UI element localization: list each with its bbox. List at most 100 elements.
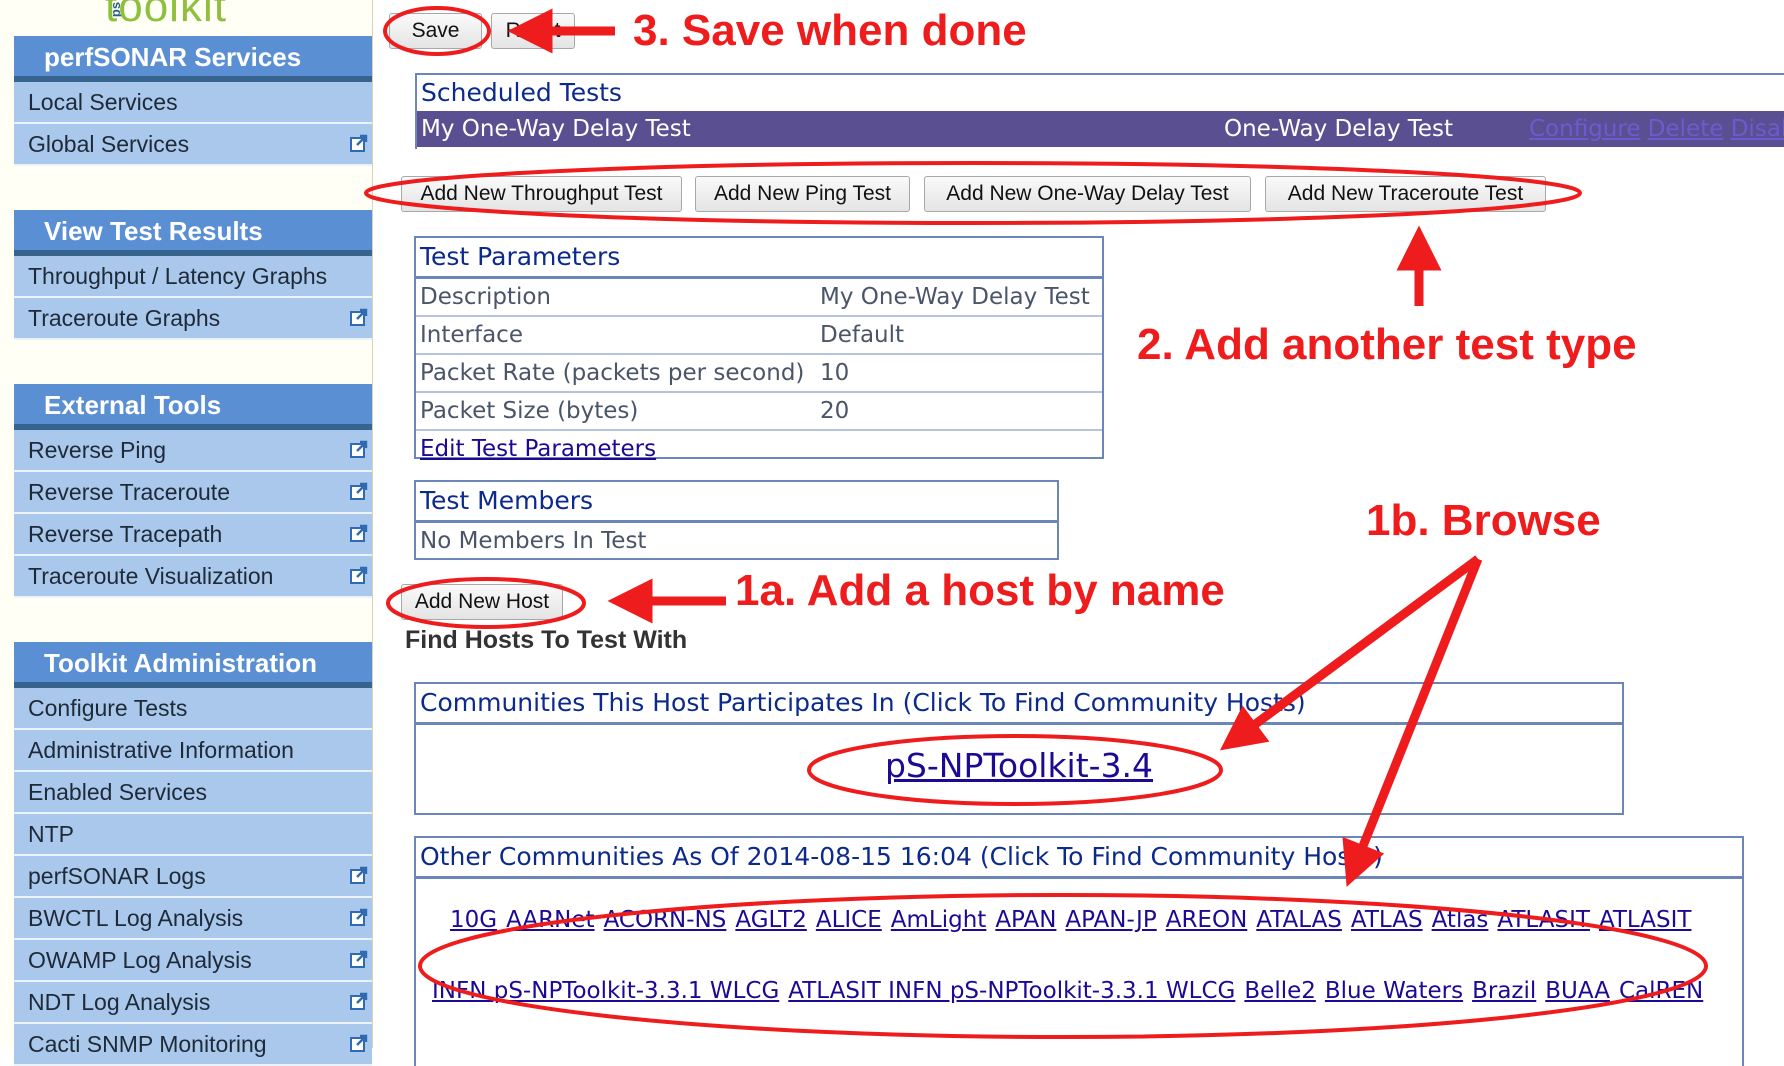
community-link[interactable]: ACORN-NS — [604, 907, 727, 933]
external-link-icon — [350, 908, 368, 926]
external-link-icon — [350, 524, 368, 542]
community-link[interactable]: Belle2 — [1244, 978, 1316, 1004]
nav-item-label: Local Services — [28, 89, 178, 115]
nav-item[interactable]: OWAMP Log Analysis — [14, 940, 372, 982]
nav-item[interactable]: perfSONAR Logs — [14, 856, 372, 898]
community-link[interactable]: Brazil — [1472, 978, 1536, 1004]
external-link-icon — [350, 440, 368, 458]
community-link[interactable]: Atlas — [1432, 907, 1489, 933]
test-members-panel: Test Members No Members In Test — [414, 480, 1059, 560]
other-communities-title: Other Communities As Of 2014-08-15 16:04… — [416, 838, 1742, 879]
nav-item[interactable]: Configure Tests — [14, 688, 372, 730]
annotation-step-1b: 1b. Browse — [1366, 496, 1601, 545]
community-link[interactable]: AREON — [1166, 907, 1248, 933]
community-list-line-1: 10G AARNet ACORN-NS AGLT2 ALICE AmLight APAN AP… — [450, 907, 1700, 933]
nav-item[interactable]: BWCTL Log Analysis — [14, 898, 372, 940]
scheduled-test-row[interactable]: My One-Way Delay Test One-Way Delay Test… — [417, 111, 1784, 147]
community-link[interactable]: Blue Waters — [1325, 978, 1463, 1004]
nav-item[interactable]: Global Services — [14, 124, 372, 166]
add-owamp-test-button[interactable]: Add New One-Way Delay Test — [924, 176, 1251, 212]
annotation-step-1a: 1a. Add a host by name — [735, 566, 1225, 615]
community-link[interactable]: ATLASIT — [1599, 907, 1692, 933]
reset-button[interactable]: Reset — [491, 13, 575, 49]
delete-link[interactable]: Delete — [1648, 116, 1724, 142]
community-link[interactable]: ATLASIT INFN pS-NPToolkit-3.3.1 WLCG — [788, 978, 1235, 1004]
community-link[interactable]: AARNet — [506, 907, 594, 933]
add-new-host-button[interactable]: Add New Host — [401, 584, 563, 620]
param-row-packet-size: Packet Size (bytes) 20 — [416, 393, 1102, 431]
test-members-empty: No Members In Test — [420, 528, 647, 554]
nav-item[interactable]: Traceroute Graphs — [14, 298, 372, 340]
param-row-description: Description My One-Way Delay Test — [416, 279, 1102, 317]
configure-link[interactable]: Configure — [1529, 116, 1640, 142]
nav-section-title: External Tools — [14, 384, 372, 430]
host-communities-panel: Communities This Host Participates In (C… — [414, 682, 1624, 815]
community-link[interactable]: ALICE — [816, 907, 882, 933]
community-link[interactable]: AGLT2 — [735, 907, 806, 933]
nav-item-label: Enabled Services — [28, 779, 207, 805]
nav-item-label: Cacti SNMP Monitoring — [28, 1031, 267, 1057]
test-parameters-panel: Test Parameters Description My One-Way De… — [414, 236, 1104, 462]
test-parameters-title: Test Parameters — [416, 238, 1102, 279]
add-traceroute-test-button[interactable]: Add New Traceroute Test — [1265, 176, 1546, 212]
param-row-packet-rate: Packet Rate (packets per second) 10 — [416, 355, 1102, 393]
external-link-icon — [350, 308, 368, 326]
community-link[interactable]: ATLAS — [1351, 907, 1423, 933]
community-link[interactable]: ATLASIT — [1497, 907, 1590, 933]
nav-section: Toolkit Administration Configure Tests Adm… — [14, 642, 372, 1066]
param-row-interface: Interface Default — [416, 317, 1102, 355]
nav-item-label: Global Services — [28, 131, 190, 157]
community-link[interactable]: CalREN — [1619, 978, 1703, 1004]
nav-item-label: Traceroute Graphs — [28, 305, 221, 331]
external-link-icon — [350, 134, 368, 152]
community-link[interactable]: pS-NPToolkit-3.4 — [885, 746, 1153, 785]
nav-item-label: Traceroute Visualization — [28, 563, 274, 589]
external-link-icon — [350, 566, 368, 584]
external-link-icon — [350, 1034, 368, 1052]
nav-section: External Tools Reverse Ping Reverse Tracer… — [14, 384, 372, 598]
nav-item[interactable]: NTP — [14, 814, 372, 856]
nav-section-title: perfSONAR Services — [14, 36, 372, 82]
community-link[interactable]: APAN — [995, 907, 1056, 933]
external-link-icon — [350, 482, 368, 500]
nav-item[interactable]: Reverse Ping — [14, 430, 372, 472]
nav-item[interactable]: Reverse Traceroute — [14, 472, 372, 514]
scheduled-test-type: One-Way Delay Test — [1224, 116, 1454, 142]
scheduled-tests-panel: Scheduled Tests My One-Way Delay Test On… — [415, 73, 1784, 149]
external-link-icon — [350, 866, 368, 884]
community-link[interactable]: APAN-JP — [1065, 907, 1156, 933]
nav-item[interactable]: Local Services — [14, 82, 372, 124]
nav-item[interactable]: Traceroute Visualization — [14, 556, 372, 598]
annotation-step-3: 3. Save when done — [633, 6, 1027, 55]
nav-item[interactable]: NDT Log Analysis — [14, 982, 372, 1024]
external-link-icon — [350, 950, 368, 968]
save-button[interactable]: Save — [389, 13, 482, 49]
nav-item[interactable]: Throughput / Latency Graphs — [14, 256, 372, 298]
community-link[interactable]: BUAA — [1545, 978, 1610, 1004]
sidebar: ps toolkit perfSONAR Services Local Servi… — [0, 0, 373, 1066]
edit-test-parameters-link[interactable]: Edit Test Parameters — [420, 436, 656, 462]
community-link[interactable]: 10G — [450, 907, 497, 933]
nav-item[interactable]: Administrative Information — [14, 730, 372, 772]
nav-section: perfSONAR Services Local Services Global S… — [14, 36, 372, 166]
disable-link[interactable]: Disable — [1731, 116, 1784, 142]
nav-item-label: Reverse Traceroute — [28, 479, 230, 505]
add-throughput-test-button[interactable]: Add New Throughput Test — [401, 176, 682, 212]
nav-item-label: perfSONAR Logs — [28, 863, 206, 889]
nav-item[interactable]: Enabled Services — [14, 772, 372, 814]
external-link-icon — [350, 992, 368, 1010]
scheduled-tests-title: Scheduled Tests — [421, 78, 622, 107]
community-list-line-2: INFN pS-NPToolkit-3.3.1 WLCG ATLASIT INFN… — [432, 978, 1712, 1004]
host-communities-title: Communities This Host Participates In (C… — [416, 684, 1622, 725]
community-link[interactable]: ATALAS — [1256, 907, 1342, 933]
nav-item[interactable]: Reverse Tracepath — [14, 514, 372, 556]
nav-item-label: Reverse Tracepath — [28, 521, 223, 547]
scheduled-test-name: My One-Way Delay Test — [421, 116, 691, 142]
community-link[interactable]: INFN pS-NPToolkit-3.3.1 WLCG — [432, 978, 779, 1004]
test-members-title: Test Members — [416, 482, 1057, 523]
nav-item[interactable]: Cacti SNMP Monitoring — [14, 1024, 372, 1066]
other-communities-panel: Other Communities As Of 2014-08-15 16:04… — [414, 836, 1744, 1066]
annotation-step-2: 2. Add another test type — [1137, 320, 1637, 369]
add-ping-test-button[interactable]: Add New Ping Test — [695, 176, 910, 212]
community-link[interactable]: AmLight — [891, 907, 987, 933]
